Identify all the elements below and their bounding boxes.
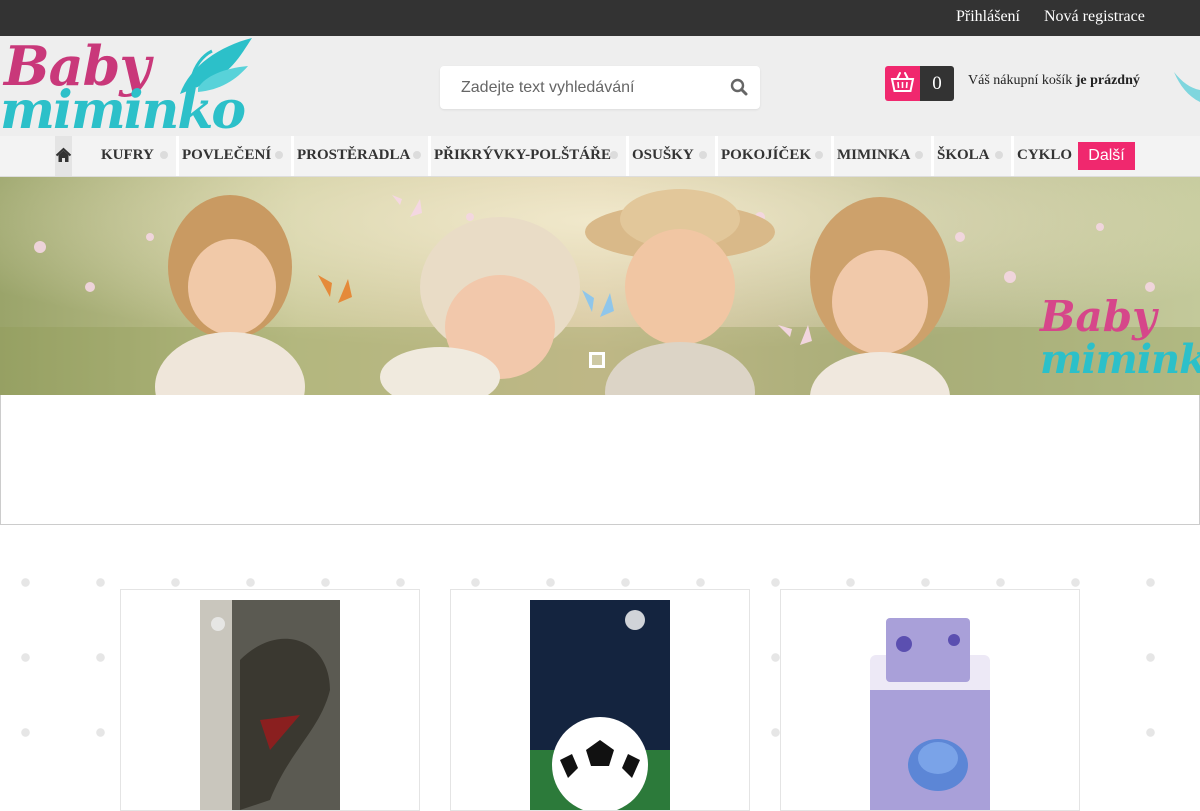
nav-dot: [699, 151, 707, 159]
main-navigation: KUFRY POVLEČENÍ PROSTĚRADLA PŘIKRÝVKY-PO…: [0, 136, 1200, 177]
basket-icon: [885, 66, 920, 101]
cart-status-prefix: Váš nákupní košík: [968, 73, 1073, 88]
cart-button[interactable]: 0: [885, 66, 954, 101]
nav-separator: [831, 136, 834, 176]
nav-separator: [428, 136, 431, 176]
product-card[interactable]: [780, 589, 1080, 811]
search-box: [440, 66, 760, 109]
banner-logo-baby: Baby: [1040, 292, 1157, 341]
nav-separator: [291, 136, 294, 176]
search-input[interactable]: [440, 66, 731, 109]
product-image-football-towel[interactable]: [530, 600, 670, 810]
nav-separator: [626, 136, 629, 176]
nav-dot: [915, 151, 923, 159]
nav-item-cyklo[interactable]: CYKLO: [1017, 136, 1073, 176]
nav-item-osusky[interactable]: OSUŠKY: [632, 136, 694, 176]
cart-status-value: je prázdný: [1075, 73, 1140, 88]
nav-home[interactable]: [55, 136, 72, 176]
nav-more-button[interactable]: Další: [1078, 142, 1135, 170]
product-card[interactable]: [120, 589, 420, 811]
butterfly-icon: [180, 38, 252, 94]
product-image-trex-towel[interactable]: [200, 600, 340, 810]
nav-item-povleceni[interactable]: POVLEČENÍ: [182, 136, 272, 176]
nav-item-skola[interactable]: ŠKOLA: [937, 136, 990, 176]
feather-icon: [1174, 72, 1200, 102]
nav-dot: [160, 151, 168, 159]
nav-separator: [1011, 136, 1014, 176]
nav-dot: [610, 151, 618, 159]
nav-dot: [413, 151, 421, 159]
slider-dot[interactable]: [589, 352, 605, 368]
nav-item-pokojicek[interactable]: POKOJÍČEK: [721, 136, 812, 176]
cart-status[interactable]: Váš nákupní košík je prázdný: [968, 73, 1140, 89]
nav-item-miminka[interactable]: MIMINKA: [837, 136, 911, 176]
nav-dot: [815, 151, 823, 159]
nav-dot: [275, 151, 283, 159]
nav-item-prosteradla[interactable]: PROSTĚRADLA: [297, 136, 411, 176]
register-link[interactable]: Nová registrace: [1044, 8, 1145, 26]
nav-item-kufry[interactable]: KUFRY: [101, 136, 154, 176]
header: Baby miminko 0 Váš ná: [0, 34, 1200, 141]
product-card[interactable]: [450, 589, 750, 811]
site-logo[interactable]: Baby miminko: [0, 34, 280, 141]
home-icon: [55, 147, 72, 162]
nav-separator: [931, 136, 934, 176]
nav-dot: [995, 151, 1003, 159]
nav-separator: [176, 136, 179, 176]
banner-logo-miminko: miminko: [1040, 336, 1200, 383]
login-link[interactable]: Přihlášení: [956, 8, 1020, 26]
nav-item-prikryvky-polstare[interactable]: PŘIKRÝVKY-POLŠTÁŘE: [434, 136, 611, 176]
top-bar: Přihlášení Nová registrace: [0, 0, 1200, 36]
search-icon[interactable]: [730, 78, 750, 98]
product-image-stitch-bedding[interactable]: [860, 600, 1000, 810]
nav-separator: [715, 136, 718, 176]
banner-lower-area: [0, 395, 1200, 525]
cart-count: 0: [920, 66, 954, 101]
